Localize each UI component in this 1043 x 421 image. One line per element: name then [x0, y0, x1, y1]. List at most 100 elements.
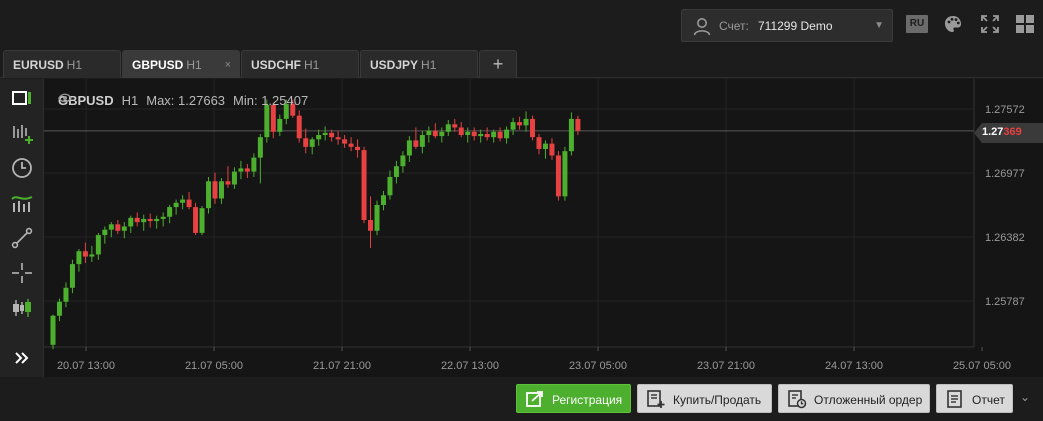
candle-body	[368, 220, 374, 231]
language-button[interactable]: RU	[906, 15, 928, 33]
candle-body	[458, 127, 464, 136]
account-value: 711299 Demo	[758, 19, 833, 33]
price-chart[interactable]: 1.27572 1.26977 1.26382 1.25787 20.07 13:00 2…	[44, 79, 1043, 377]
palette-icon[interactable]	[943, 14, 963, 34]
candle-body	[277, 118, 283, 132]
tab-symbol: USDCHF	[251, 58, 301, 72]
candle-body	[471, 131, 477, 137]
candle-body	[413, 140, 419, 147]
candle-body	[231, 171, 237, 185]
legend-min: Min: 1.25407	[233, 93, 309, 108]
y-tick-label: 1.26977	[985, 168, 1025, 180]
candle-body	[212, 181, 218, 199]
price-tag-text: 1.27369	[982, 126, 1022, 138]
candle-body	[348, 143, 354, 147]
x-tick-label: 21.07 05:00	[185, 360, 243, 372]
candle-body	[225, 181, 231, 185]
candle-body	[439, 131, 445, 137]
candle-body	[575, 118, 581, 131]
candle-body	[316, 135, 322, 140]
tab-eurusd[interactable]: EURUSD H1	[3, 50, 121, 78]
tab-symbol: GBPUSD	[132, 58, 184, 72]
candle-body	[303, 138, 309, 147]
add-indicator-icon[interactable]	[9, 120, 35, 146]
eye-icon[interactable]	[58, 93, 72, 103]
crosshair-icon[interactable]	[9, 260, 35, 286]
candle-body	[270, 104, 276, 132]
register-label: Регистрация	[552, 393, 623, 407]
buy-sell-button[interactable]: Купить/Продать	[637, 384, 772, 413]
legend-timeframe: H1	[121, 93, 139, 108]
clock-icon[interactable]	[9, 155, 35, 181]
candle-body	[406, 140, 412, 156]
candle-body	[400, 155, 406, 167]
candle-body	[186, 199, 192, 208]
x-tick-label: 24.07 13:00	[825, 360, 883, 372]
candle-body	[108, 224, 114, 230]
candle-body	[568, 118, 574, 152]
candle-body	[523, 118, 529, 126]
pending-order-button[interactable]: Отложенный ордер	[778, 384, 930, 413]
candle-body	[56, 301, 62, 316]
chevron-down-icon[interactable]: ⌄	[1020, 390, 1030, 404]
candle-body	[309, 139, 315, 147]
candle-body	[134, 217, 140, 223]
register-button[interactable]: Регистрация	[516, 384, 631, 413]
document-icon	[947, 390, 962, 408]
document-plus-icon	[647, 390, 665, 408]
single-layout-icon[interactable]	[9, 85, 35, 111]
candle-body	[387, 176, 393, 196]
candle-body	[504, 129, 510, 139]
candle-body	[380, 195, 386, 205]
register-icon	[526, 391, 543, 407]
candle-body	[497, 131, 503, 139]
layout-grid-icon[interactable]	[1015, 14, 1035, 34]
x-tick-label: 23.07 05:00	[569, 360, 627, 372]
candle-body	[102, 229, 108, 236]
candle-body	[478, 133, 484, 137]
candle-body	[160, 216, 166, 219]
account-selector[interactable]: Счет: 711299 Demo ▼	[681, 9, 893, 42]
x-tick-label: 21.07 21:00	[313, 360, 371, 372]
candles-icon[interactable]	[9, 295, 35, 321]
candle-body	[167, 207, 173, 217]
candle-body	[154, 218, 160, 222]
expand-sidebar-icon[interactable]	[9, 345, 35, 371]
candle-body	[141, 218, 147, 223]
add-tab-button[interactable]: +	[479, 50, 517, 78]
candle-body	[432, 130, 438, 137]
user-icon	[693, 18, 711, 36]
candle-body	[562, 151, 568, 197]
report-button[interactable]: Отчет	[936, 384, 1013, 413]
candle-body	[426, 130, 432, 136]
tab-timeframe: H1	[421, 58, 437, 72]
candle-body	[115, 224, 121, 231]
trendline-icon[interactable]	[9, 225, 35, 251]
candle-body	[199, 208, 205, 233]
y-tick-label: 1.27572	[985, 104, 1025, 116]
candle-body	[218, 181, 224, 199]
candle-body	[355, 146, 361, 151]
candle-body	[147, 218, 153, 222]
candle-body	[89, 254, 95, 257]
candle-body	[549, 143, 555, 156]
candle-body	[180, 199, 186, 203]
tab-usdjpy[interactable]: USDJPY H1	[360, 50, 478, 78]
candle-body	[264, 104, 270, 138]
candle-body	[329, 132, 335, 138]
price-main: 1.27	[982, 126, 1004, 138]
tab-gbpusd[interactable]: GBPUSD H1 ×	[122, 50, 240, 78]
x-tick-label: 25.07 05:00	[953, 360, 1011, 372]
tab-usdchf[interactable]: USDCHF H1	[241, 50, 359, 78]
x-tick-label: 20.07 13:00	[57, 360, 115, 372]
candlestick-chart[interactable]: 1.27572 1.26977 1.26382 1.25787 20.07 13:00 2…	[44, 79, 1043, 377]
candle-body	[335, 137, 341, 140]
price-pips: 369	[1003, 126, 1022, 138]
close-icon[interactable]: ×	[225, 51, 231, 79]
tab-timeframe: H1	[66, 58, 83, 72]
candle-body	[536, 137, 542, 150]
fullscreen-icon[interactable]	[980, 14, 1000, 34]
top-bar: Счет: 711299 Demo ▼ RU	[0, 0, 1043, 48]
candle-body	[50, 315, 56, 345]
chart-type-icon[interactable]	[9, 190, 35, 216]
